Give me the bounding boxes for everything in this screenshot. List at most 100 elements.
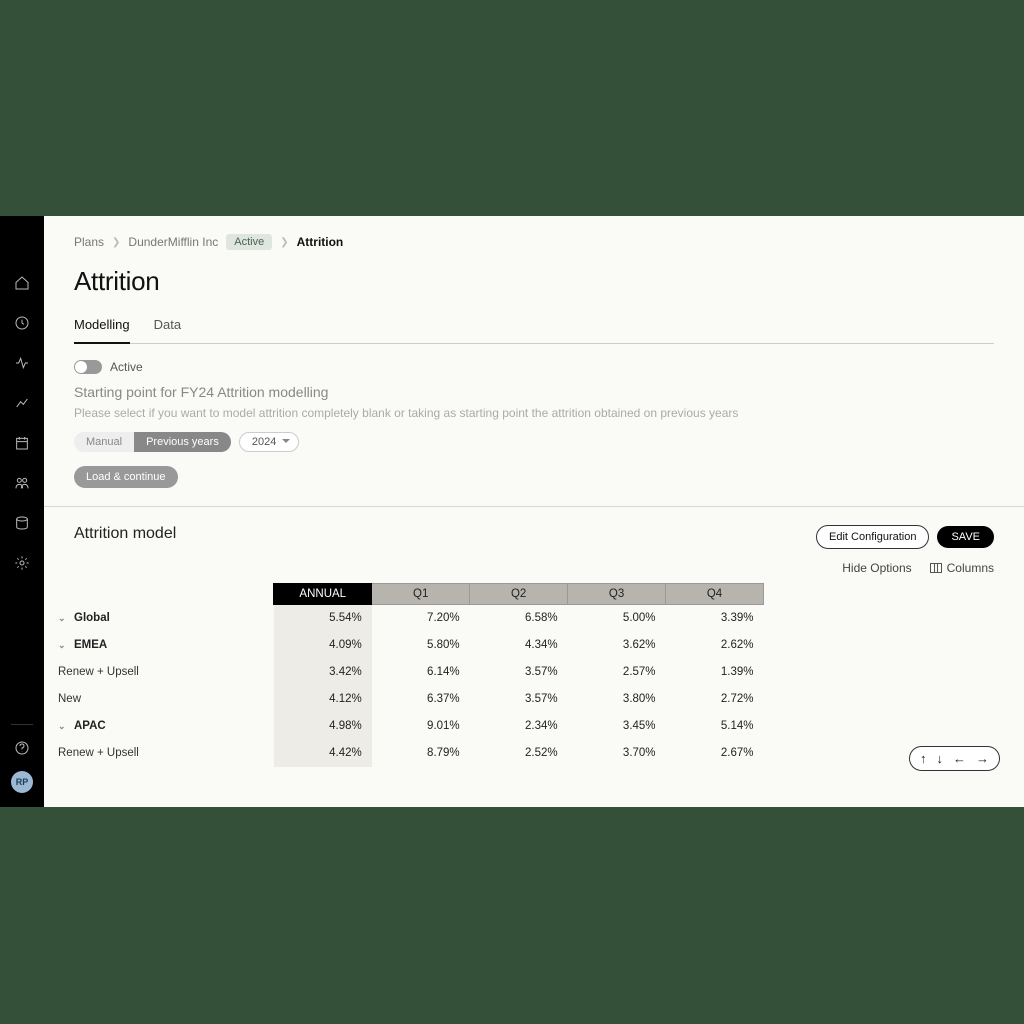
cell-q3[interactable]: 3.45% [568, 713, 666, 740]
chevron-right-icon: ❯ [280, 237, 288, 248]
tab-data[interactable]: Data [154, 317, 181, 343]
cell-q4[interactable]: 5.14% [666, 713, 764, 740]
attrition-table: ANNUAL Q1 Q2 Q3 Q4 ⌄Global5.54%7.20%6.58… [44, 583, 764, 767]
cell-q4[interactable]: 2.67% [666, 740, 764, 767]
database-icon[interactable] [13, 514, 31, 532]
segment-previous-years[interactable]: Previous years [134, 432, 231, 452]
model-title: Attrition model [74, 525, 176, 543]
cell-annual[interactable]: 5.54% [274, 605, 372, 632]
toggle-label: Active [110, 360, 143, 374]
load-continue-button[interactable]: Load & continue [74, 466, 178, 488]
chevron-right-icon: ❯ [112, 237, 120, 248]
arrow-right-icon[interactable]: → [976, 751, 989, 766]
chevron-down-icon[interactable]: ⌄ [58, 613, 68, 624]
cell-q4[interactable]: 2.72% [666, 686, 764, 713]
table-row: ⌄Global5.54%7.20%6.58%5.00%3.39% [44, 605, 764, 632]
cell-q4[interactable]: 3.39% [666, 605, 764, 632]
th-q4[interactable]: Q4 [666, 584, 764, 605]
cell-q2[interactable]: 2.52% [470, 740, 568, 767]
cell-q2[interactable]: 4.34% [470, 632, 568, 659]
section-description: Please select if you want to model attri… [74, 406, 994, 420]
table-row: New4.12%6.37%3.57%3.80%2.72% [44, 686, 764, 713]
cell-q2[interactable]: 6.58% [470, 605, 568, 632]
cell-q2[interactable]: 2.34% [470, 713, 568, 740]
table-row: ⌄APAC4.98%9.01%2.34%3.45%5.14% [44, 713, 764, 740]
cell-annual[interactable]: 4.12% [274, 686, 372, 713]
row-label[interactable]: ⌄APAC [44, 713, 274, 740]
table-row: ⌄EMEA4.09%5.80%4.34%3.62%2.62% [44, 632, 764, 659]
cell-q1[interactable]: 5.80% [372, 632, 470, 659]
columns-link[interactable]: Columns [930, 561, 994, 575]
cell-annual[interactable]: 4.98% [274, 713, 372, 740]
mode-segmented: Manual Previous years [74, 432, 231, 452]
th-q2[interactable]: Q2 [470, 584, 568, 605]
clock-icon[interactable] [13, 314, 31, 332]
help-icon[interactable] [13, 739, 31, 757]
main-content: Plans ❯ DunderMifflin Inc Active ❯ Attri… [44, 216, 1024, 807]
table-row: Renew + Upsell3.42%6.14%3.57%2.57%1.39% [44, 659, 764, 686]
sidebar-divider [11, 724, 33, 725]
hide-options-link[interactable]: Hide Options [842, 561, 911, 575]
cell-q1[interactable]: 8.79% [372, 740, 470, 767]
user-avatar[interactable]: RP [11, 771, 33, 793]
active-toggle[interactable] [74, 360, 102, 374]
navigation-arrows: ↑ ↓ ← → [909, 746, 1000, 771]
cell-annual[interactable]: 3.42% [274, 659, 372, 686]
edit-config-button[interactable]: Edit Configuration [816, 525, 929, 549]
columns-label: Columns [947, 561, 994, 575]
row-label: New [44, 686, 274, 713]
tab-modelling[interactable]: Modelling [74, 317, 130, 344]
section-heading: Starting point for FY24 Attrition modell… [74, 384, 994, 400]
cell-q3[interactable]: 3.62% [568, 632, 666, 659]
cell-q1[interactable]: 7.20% [372, 605, 470, 632]
attrition-table-wrap: ANNUAL Q1 Q2 Q3 Q4 ⌄Global5.54%7.20%6.58… [44, 583, 1024, 807]
save-button[interactable]: SAVE [937, 526, 994, 548]
row-label: Renew + Upsell [44, 659, 274, 686]
crumb-plans[interactable]: Plans [74, 235, 104, 249]
cell-q4[interactable]: 2.62% [666, 632, 764, 659]
segment-manual[interactable]: Manual [74, 432, 134, 452]
cell-q3[interactable]: 3.80% [568, 686, 666, 713]
th-annual[interactable]: ANNUAL [274, 584, 372, 605]
cell-q4[interactable]: 1.39% [666, 659, 764, 686]
status-badge: Active [226, 234, 272, 250]
cell-q1[interactable]: 9.01% [372, 713, 470, 740]
sidebar-nav: RP [0, 216, 44, 807]
chevron-down-icon[interactable]: ⌄ [58, 721, 68, 732]
page-title: Attrition [74, 266, 994, 297]
activity-icon[interactable] [13, 354, 31, 372]
config-panel: Active Starting point for FY24 Attrition… [44, 344, 1024, 507]
arrow-down-icon[interactable]: ↓ [937, 751, 944, 766]
arrow-left-icon[interactable]: ← [953, 751, 966, 766]
cell-q2[interactable]: 3.57% [470, 659, 568, 686]
cell-q1[interactable]: 6.37% [372, 686, 470, 713]
chart-icon[interactable] [13, 394, 31, 412]
settings-icon[interactable] [13, 554, 31, 572]
th-blank [44, 584, 274, 605]
home-icon[interactable] [13, 274, 31, 292]
cell-q2[interactable]: 3.57% [470, 686, 568, 713]
th-q3[interactable]: Q3 [568, 584, 666, 605]
breadcrumb: Plans ❯ DunderMifflin Inc Active ❯ Attri… [74, 234, 994, 250]
th-q1[interactable]: Q1 [372, 584, 470, 605]
arrow-up-icon[interactable]: ↑ [920, 751, 927, 766]
cell-q1[interactable]: 6.14% [372, 659, 470, 686]
columns-icon [930, 563, 942, 573]
row-label[interactable]: ⌄EMEA [44, 632, 274, 659]
cell-annual[interactable]: 4.09% [274, 632, 372, 659]
tab-bar: Modelling Data [74, 317, 994, 344]
crumb-company[interactable]: DunderMifflin Inc [128, 235, 218, 249]
table-row: Renew + Upsell4.42%8.79%2.52%3.70%2.67% [44, 740, 764, 767]
cell-q3[interactable]: 5.00% [568, 605, 666, 632]
app-window: RP Plans ❯ DunderMifflin Inc Active ❯ At… [0, 216, 1024, 807]
people-icon[interactable] [13, 474, 31, 492]
row-label[interactable]: ⌄Global [44, 605, 274, 632]
cell-annual[interactable]: 4.42% [274, 740, 372, 767]
row-label: Renew + Upsell [44, 740, 274, 767]
chevron-down-icon[interactable]: ⌄ [58, 640, 68, 651]
year-select[interactable]: 2024 [239, 432, 299, 452]
cell-q3[interactable]: 3.70% [568, 740, 666, 767]
calendar-icon[interactable] [13, 434, 31, 452]
cell-q3[interactable]: 2.57% [568, 659, 666, 686]
crumb-current: Attrition [297, 235, 344, 249]
